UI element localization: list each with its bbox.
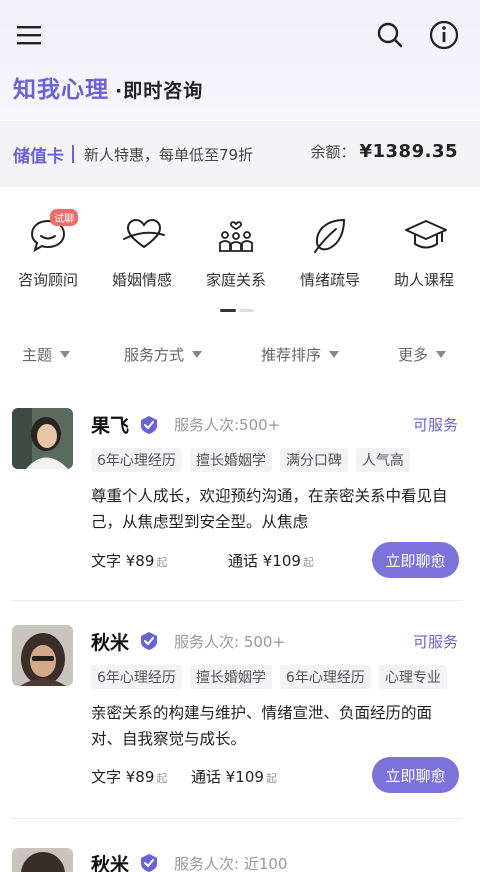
tag: 满分口碑: [279, 448, 348, 472]
served-count: 服务人次: 500+: [174, 633, 286, 651]
tag: 6年心理经历: [279, 665, 371, 689]
caret-down-icon: [436, 351, 447, 358]
counselor-name: 秋米: [91, 632, 130, 654]
tag: 6年心理经历: [91, 665, 182, 689]
call-price: 通话 ¥109 起: [228, 550, 314, 571]
brand-name: 知我心理: [13, 77, 109, 103]
category-label: 家庭关系: [205, 271, 266, 289]
category-label: 婚姻情感: [111, 271, 172, 289]
trial-badge: 试聊: [50, 209, 78, 226]
price-unit: 起: [302, 556, 314, 569]
filter-sort[interactable]: 推荐排序: [261, 344, 340, 365]
filter-label: 推荐排序: [261, 346, 322, 364]
divider: [72, 145, 74, 163]
filter-label: 更多: [398, 346, 429, 364]
counselor-name: 果飞: [91, 415, 130, 437]
balance-label: 余额：: [310, 143, 356, 161]
brand-subtitle: ·即时咨询: [115, 80, 204, 102]
text-price: 文字 ¥89 起: [91, 550, 167, 571]
verified-badge-icon: [139, 415, 159, 435]
menu-icon[interactable]: [12, 18, 46, 52]
price-value: 文字 ¥89: [91, 768, 155, 786]
tag: 心理专业: [378, 665, 447, 689]
category-label: 咨询顾问: [17, 271, 78, 289]
balance: 余额： ¥1389.35: [310, 141, 458, 162]
stored-card-title: 储值卡: [13, 146, 64, 167]
filter-label: 主题: [22, 346, 53, 364]
category-label: 助人课程: [393, 271, 454, 289]
category-family[interactable]: 家庭关系: [188, 205, 284, 290]
caret-down-icon: [192, 351, 203, 358]
brand: 知我心理 ·即时咨询: [13, 70, 203, 104]
pager-dot-active: [220, 309, 236, 312]
tag: 擅长婚姻学: [189, 665, 272, 689]
divider: [12, 818, 462, 819]
counselor-name: 秋米: [91, 854, 130, 872]
price-value: 通话 ¥109: [191, 768, 264, 786]
call-price: 通话 ¥109 起: [191, 766, 277, 787]
start-chat-button[interactable]: 立即聊愈: [372, 542, 459, 578]
tag-list: 6年心理经历 擅长婚姻学 满分口碑 人气高: [91, 448, 410, 472]
price-value: 通话 ¥109: [228, 552, 301, 570]
counselor-bio: 尊重个人成长，欢迎预约沟通，在亲密关系中看见自己，从焦虑型到安全型。从焦虑: [91, 487, 448, 531]
counselor-bio: 亲密关系的构建与维护、情绪宣泄、负面经历的面对、自我察觉与成长。: [91, 704, 433, 748]
filter-service-mode[interactable]: 服务方式: [124, 344, 203, 365]
price-unit: 起: [156, 772, 168, 785]
pager-dot: [239, 309, 254, 312]
price-value: 文字 ¥89: [91, 552, 155, 570]
avatar: [12, 848, 73, 872]
category-consultant[interactable]: 试聊 咨询顾问: [0, 205, 96, 290]
chat-bubble-icon: 试聊: [28, 209, 78, 255]
verified-badge-icon: [139, 853, 159, 872]
availability-status: 可服务: [412, 416, 458, 434]
category-marriage[interactable]: 婚姻情感: [94, 205, 190, 290]
top-bar: 知我心理 ·即时咨询: [0, 0, 480, 120]
category-emotion[interactable]: 情绪疏导: [282, 205, 378, 290]
caret-down-icon: [329, 351, 340, 358]
divider: [12, 600, 462, 601]
stored-card-promo: 新人特惠，每单低至79折: [84, 145, 254, 164]
category-course[interactable]: 助人课程: [376, 205, 472, 290]
graduation-cap-icon: [404, 215, 447, 255]
category-label: 情绪疏导: [299, 271, 360, 289]
avatar: [12, 625, 73, 686]
filter-bar: 主题 服务方式 推荐排序 更多: [0, 330, 480, 378]
served-count: 服务人次: 近100: [174, 855, 288, 872]
leaf-icon: [310, 215, 350, 255]
start-chat-button[interactable]: 立即聊愈: [372, 757, 459, 793]
filter-more[interactable]: 更多: [398, 344, 447, 365]
tag: 6年心理经历: [91, 448, 182, 472]
info-icon[interactable]: [427, 18, 461, 52]
price-unit: 起: [265, 772, 277, 785]
stored-card-bar[interactable]: 储值卡 新人特惠，每单低至79折 余额： ¥1389.35: [0, 121, 480, 187]
verified-badge-icon: [139, 631, 159, 651]
family-icon: [216, 215, 256, 255]
search-icon[interactable]: [373, 18, 407, 52]
price-unit: 起: [156, 556, 168, 569]
avatar: [12, 408, 73, 469]
category-pager: [220, 309, 254, 312]
filter-label: 服务方式: [124, 346, 185, 364]
balance-value: ¥1389.35: [359, 141, 458, 162]
heart-icon: [122, 215, 165, 255]
filter-topic[interactable]: 主题: [22, 344, 71, 365]
text-price: 文字 ¥89 起: [91, 766, 167, 787]
served-count: 服务人次:500+: [174, 416, 281, 434]
tag-list: 6年心理经历 擅长婚姻学 6年心理经历 心理专业: [91, 665, 447, 689]
tag: 擅长婚姻学: [189, 448, 272, 472]
category-row: 试聊 咨询顾问 婚姻情感 家庭关系 情绪疏导 助人课程: [0, 205, 480, 295]
availability-status: 可服务: [412, 633, 458, 651]
tag: 人气高: [355, 448, 410, 472]
caret-down-icon: [60, 351, 71, 358]
